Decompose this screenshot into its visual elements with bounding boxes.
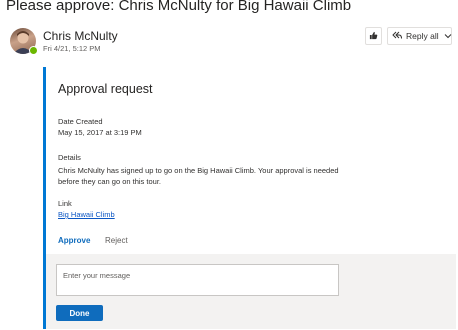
approval-card: Approval request Date Created May 15, 20… — [43, 67, 456, 329]
email-subject: Please approve: Chris McNulty for Big Ha… — [6, 0, 352, 14]
presence-available-icon — [29, 46, 38, 55]
sent-date: Fri 4/21, 5:12 PM — [43, 44, 101, 53]
link-label: Link — [58, 199, 72, 208]
reply-all-button[interactable]: Reply all — [387, 27, 452, 45]
reply-area: Done — [46, 254, 456, 329]
approve-button[interactable]: Approve — [58, 236, 90, 245]
message-input[interactable] — [56, 264, 339, 296]
reply-all-label: Reply all — [406, 31, 439, 41]
done-button[interactable]: Done — [56, 305, 103, 321]
details-value: Chris McNulty has signed up to go on the… — [58, 166, 339, 186]
like-button[interactable] — [365, 27, 382, 45]
reply-all-icon — [392, 31, 402, 42]
thumbs-up-icon — [369, 31, 378, 42]
big-hawaii-climb-link[interactable]: Big Hawaii Climb — [58, 210, 115, 219]
reject-button[interactable]: Reject — [105, 236, 128, 245]
chevron-down-icon[interactable] — [444, 31, 452, 41]
details-label: Details — [58, 153, 81, 162]
card-title: Approval request — [58, 82, 153, 96]
sender-name[interactable]: Chris McNulty — [43, 29, 118, 43]
date-created-value: May 15, 2017 at 3:19 PM — [58, 128, 142, 137]
date-created-label: Date Created — [58, 117, 103, 126]
